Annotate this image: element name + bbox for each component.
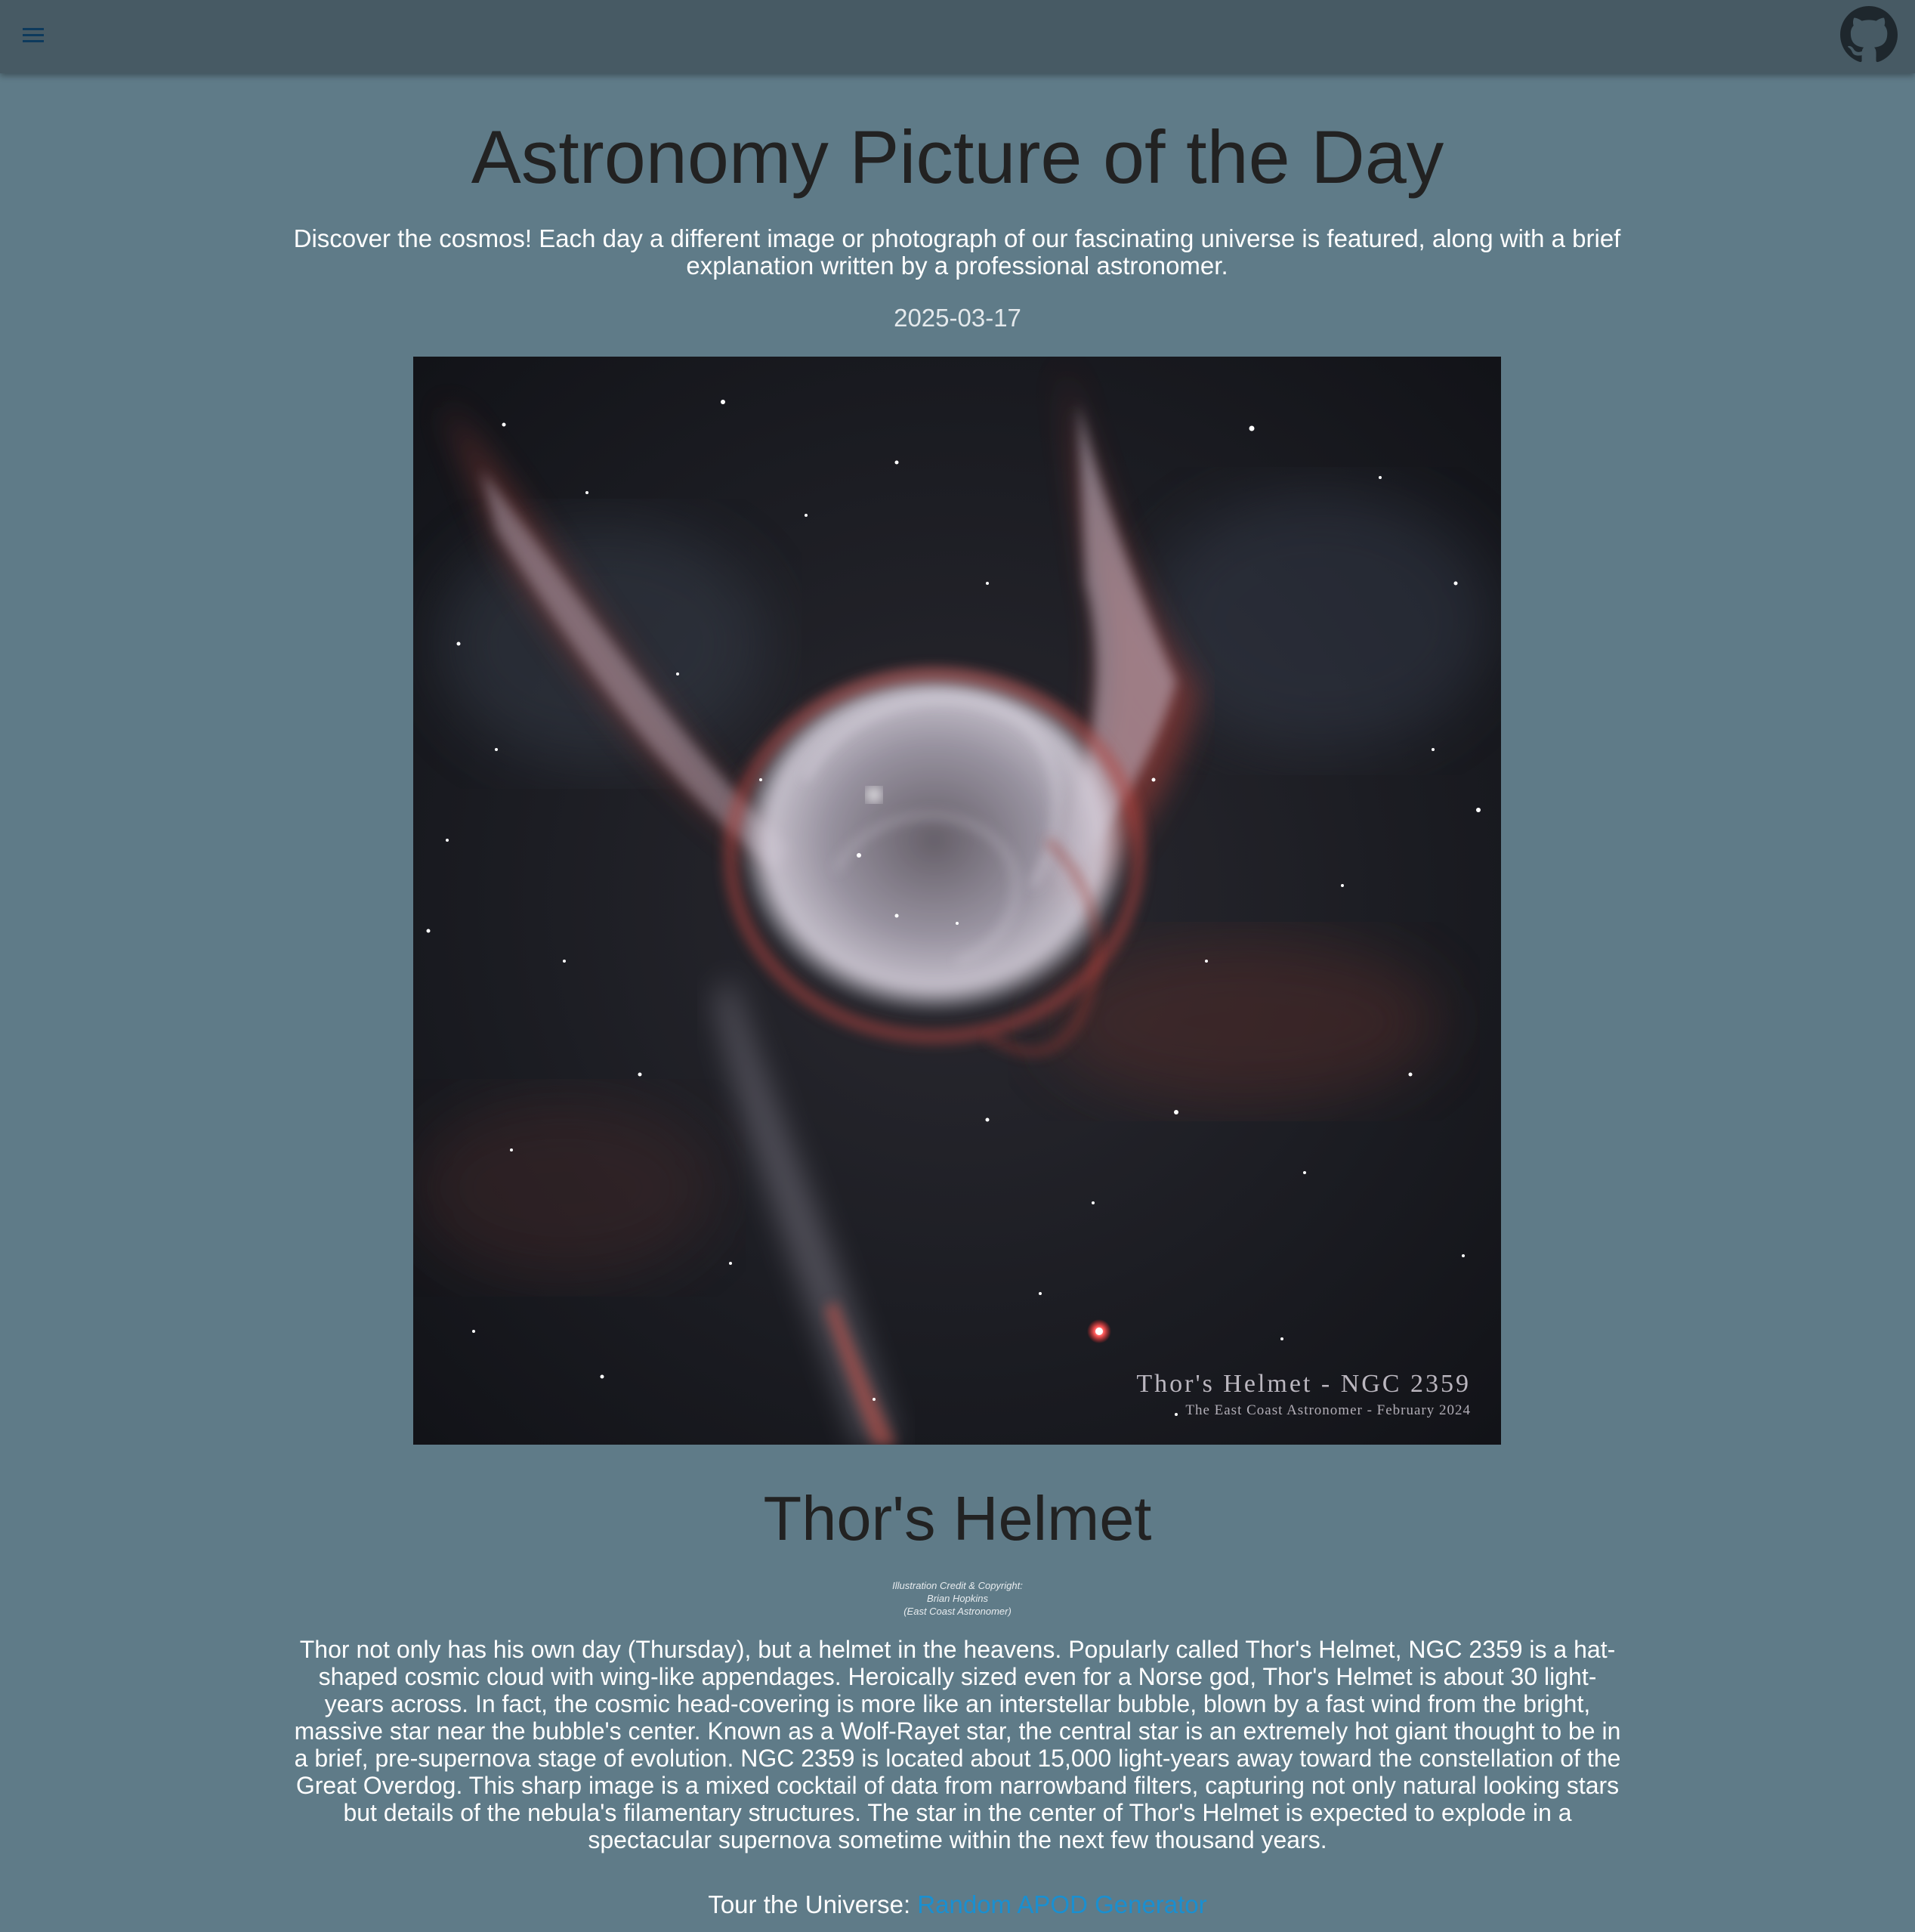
hamburger-menu-icon[interactable] [18, 23, 48, 50]
top-app-bar [0, 0, 1915, 73]
credit-label: Illustration Credit & Copyright: [892, 1580, 1023, 1591]
credit-affiliation: (East Coast Astronomer) [903, 1606, 1012, 1617]
tour-label: Tour the Universe: [708, 1890, 911, 1918]
image-caption-credit: The East Coast Astronomer - February 202… [1185, 1402, 1471, 1418]
apod-image[interactable]: Thor's Helmet - NGC 2359 The East Coast … [413, 357, 1501, 1445]
credit-name: Brian Hopkins [927, 1593, 988, 1604]
github-icon[interactable] [1840, 6, 1898, 63]
site-title: Astronomy Picture of the Day [471, 115, 1444, 199]
site-intro: Discover the cosmos! Each day a differen… [293, 224, 1621, 280]
nebula-illustration: Thor's Helmet - NGC 2359 The East Coast … [413, 357, 1501, 1445]
apod-date: 2025-03-17 [894, 304, 1021, 332]
image-credit: Illustration Credit & Copyright: Brian H… [0, 1579, 1915, 1618]
picture-explanation: Thor not only has his own day (Thursday)… [294, 1636, 1621, 1853]
random-apod-link[interactable]: Random APOD Generator [917, 1890, 1206, 1918]
image-caption-title: Thor's Helmet - NGC 2359 [1136, 1370, 1471, 1398]
picture-title: Thor's Helmet [763, 1483, 1152, 1553]
tour-line: Tour the Universe: Random APOD Generator [0, 1890, 1915, 1919]
